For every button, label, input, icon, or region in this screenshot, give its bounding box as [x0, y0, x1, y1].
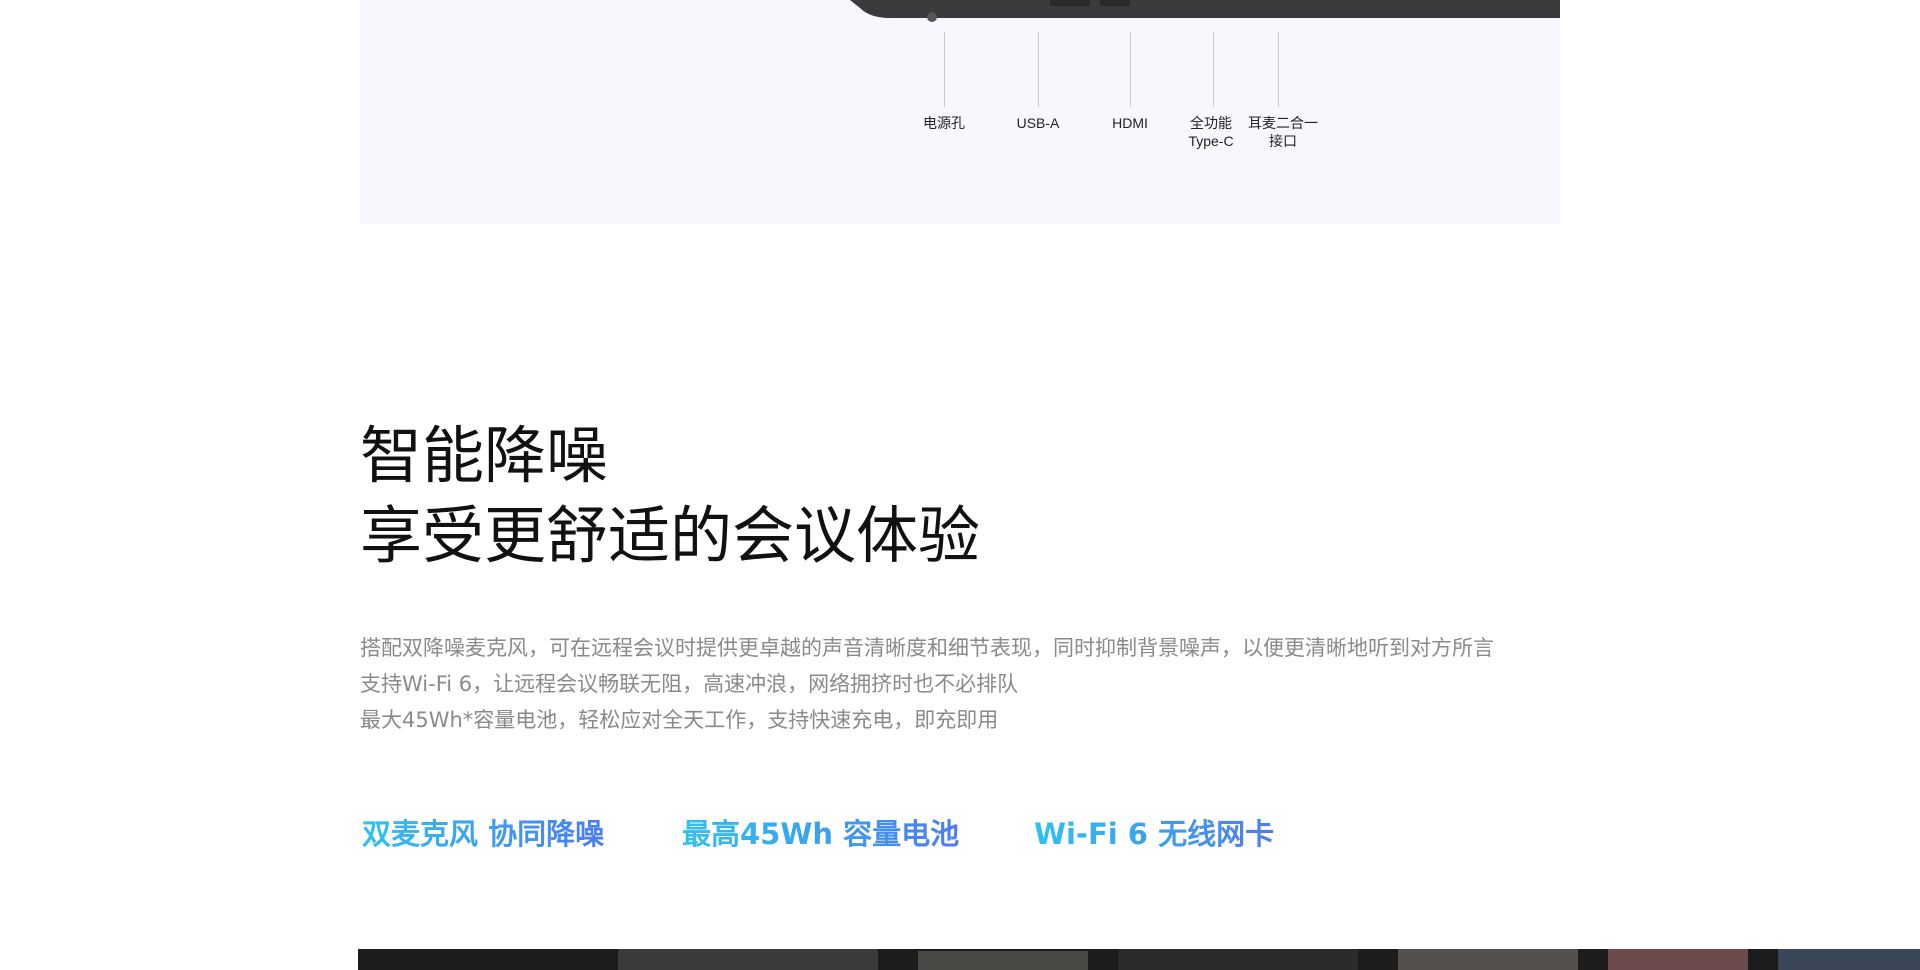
laptop-side-image [850, 0, 1560, 22]
description-line: 最大45Wh*容量电池，轻松应对全天工作，支持快速充电，即充即用 [360, 708, 999, 732]
port-leader-line [1130, 32, 1131, 107]
description-line: 搭配双降噪麦克风，可在远程会议时提供更卓越的声音清晰度和细节表现，同时抑制背景噪… [360, 636, 1494, 660]
headline-line-2: 享受更舒适的会议体验 [360, 499, 981, 572]
port-leader-line [1213, 32, 1214, 107]
port-label-usb-a: USB-A [1016, 115, 1060, 131]
headline-line-1: 智能降噪 [360, 419, 609, 492]
highlight-wifi6: Wi-Fi 6 无线网卡 [1034, 812, 1274, 856]
port-label-type-c: 全功能 Type-C [1188, 115, 1234, 149]
port-label-hdmi: HDMI [1112, 115, 1148, 131]
product-page: 电源孔 USB-A HDMI 全功能 Type-C 耳麦二合一 接口 智能降噪 … [0, 0, 1920, 970]
meeting-photo-art [358, 949, 1920, 970]
feature-headline: 智能降噪 享受更舒适的会议体验 [360, 416, 980, 576]
port-label-audio-combo: 耳麦二合一 接口 [1248, 115, 1318, 149]
meeting-photo [358, 949, 1920, 970]
highlight-battery: 最高45Wh 容量电池 [682, 812, 959, 856]
port-label-power: 电源孔 [923, 115, 965, 131]
highlight-dual-mic: 双麦克风 协同降噪 [362, 812, 604, 856]
feature-description: 搭配双降噪麦克风，可在远程会议时提供更卓越的声音清晰度和细节表现，同时抑制背景噪… [360, 630, 1560, 738]
description-line: 支持Wi-Fi 6，让远程会议畅联无阻，高速冲浪，网络拥挤时也不必排队 [360, 672, 1019, 696]
port-leader-line [1278, 32, 1279, 107]
port-leader-line [1038, 32, 1039, 107]
port-leader-line [944, 32, 945, 107]
ports-diagram: 电源孔 USB-A HDMI 全功能 Type-C 耳麦二合一 接口 [360, 0, 1560, 224]
